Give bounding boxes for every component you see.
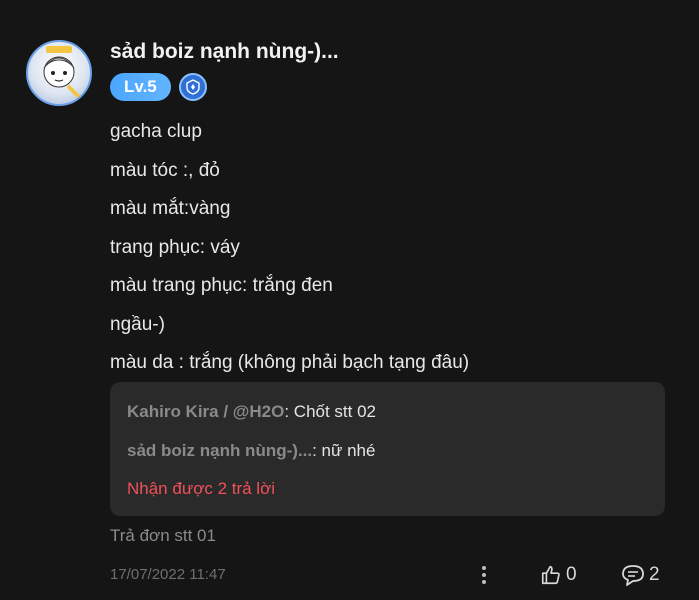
like-button[interactable]: 0 [540, 562, 577, 588]
content-line: màu tóc :, đỏ [110, 159, 220, 181]
post-content: gacha clup màu tóc :, đỏ màu mắt:vàng tr… [110, 113, 670, 383]
content-line: màu mắt:vàng [110, 198, 231, 219]
post-author[interactable]: sảd boiz nạnh nùng-)... [110, 40, 339, 64]
avatar-illustration [43, 46, 82, 100]
thumbs-up-icon [541, 565, 560, 585]
content-line: gacha clup [110, 121, 202, 142]
content-line: ngầu-) [110, 313, 165, 335]
comment-icon [622, 565, 644, 586]
reply-text: : Chốt stt 02 [284, 402, 377, 421]
reply-author[interactable]: Kahiro Kira / @H2O [127, 402, 284, 421]
content-line: màu trang phục: trắng đen [110, 275, 333, 296]
like-count: 0 [566, 564, 577, 585]
comment-count: 2 [649, 564, 660, 585]
replies-box[interactable]: Kahiro Kira / @H2O: Chốt stt 02 sảd boiz… [110, 382, 665, 516]
shield-icon [178, 73, 207, 101]
content-line: màu da : trắng (không phải bạch tạng đâu… [110, 352, 470, 373]
reply-item[interactable]: Kahiro Kira / @H2O: Chốt stt 02 [127, 402, 376, 422]
content-line: trang phục: váy [110, 236, 240, 258]
comment-button[interactable]: 2 [621, 562, 660, 588]
more-options-icon[interactable] [474, 563, 494, 587]
reply-item[interactable]: sảd boiz nạnh nùng-)...: nữ nhé [127, 441, 375, 461]
post-timestamp: 17/07/2022 11:47 [110, 566, 226, 583]
post-status: Trả đơn stt 01 [110, 526, 216, 545]
view-more-replies-link[interactable]: Nhận được 2 trả lời [127, 479, 275, 499]
badge-row: Lv.5 [110, 72, 207, 102]
reply-author[interactable]: sảd boiz nạnh nùng-)... [127, 441, 312, 460]
avatar[interactable] [26, 40, 92, 106]
level-badge: Lv.5 [110, 73, 171, 101]
reply-text: : nữ nhé [312, 441, 376, 460]
